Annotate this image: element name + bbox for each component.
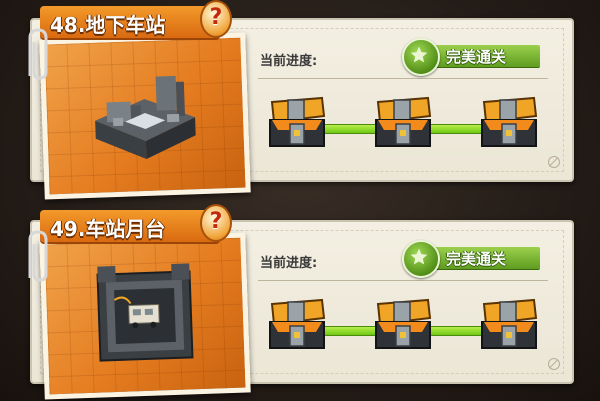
paperclip-icon [28,230,48,282]
treasure-chest-open-icon[interactable] [478,298,540,352]
treasure-chest-open-icon[interactable] [266,298,328,352]
level-title-tab-49: 49.车站月台 ? [40,204,232,242]
level-thumbnail-49[interactable] [39,232,251,400]
treasure-chest-open-icon[interactable] [372,96,434,150]
star-icon [402,240,440,278]
progress-label: 当前进度: [260,54,318,69]
treasure-chest-open-icon[interactable] [266,96,328,150]
level-title: 49.车站月台 [50,217,166,241]
progress-label: 当前进度: [260,256,318,271]
paperclip-icon [28,28,48,80]
star-icon [402,38,440,76]
perfect-clear-badge: 完美通关 [402,240,542,278]
question-mark-icon[interactable]: ? [200,204,232,242]
divider [258,280,548,281]
underground-station-icon [95,75,196,159]
level-title-tab-48: 48.地下车站 ? [40,0,232,38]
treasure-chest-open-icon[interactable] [372,298,434,352]
perfect-clear-badge: 完美通关 [402,38,542,76]
divider [258,78,548,79]
treasure-chest-open-icon[interactable] [478,96,540,150]
status-text: 完美通关 [446,48,507,66]
no-sign-icon [548,156,560,168]
level-title: 48.地下车站 [50,13,166,37]
status-text: 完美通关 [446,250,507,268]
no-sign-icon [548,358,560,370]
station-platform-icon [96,263,194,362]
level-thumbnail-48[interactable] [39,32,251,200]
question-mark-icon[interactable]: ? [200,0,232,38]
